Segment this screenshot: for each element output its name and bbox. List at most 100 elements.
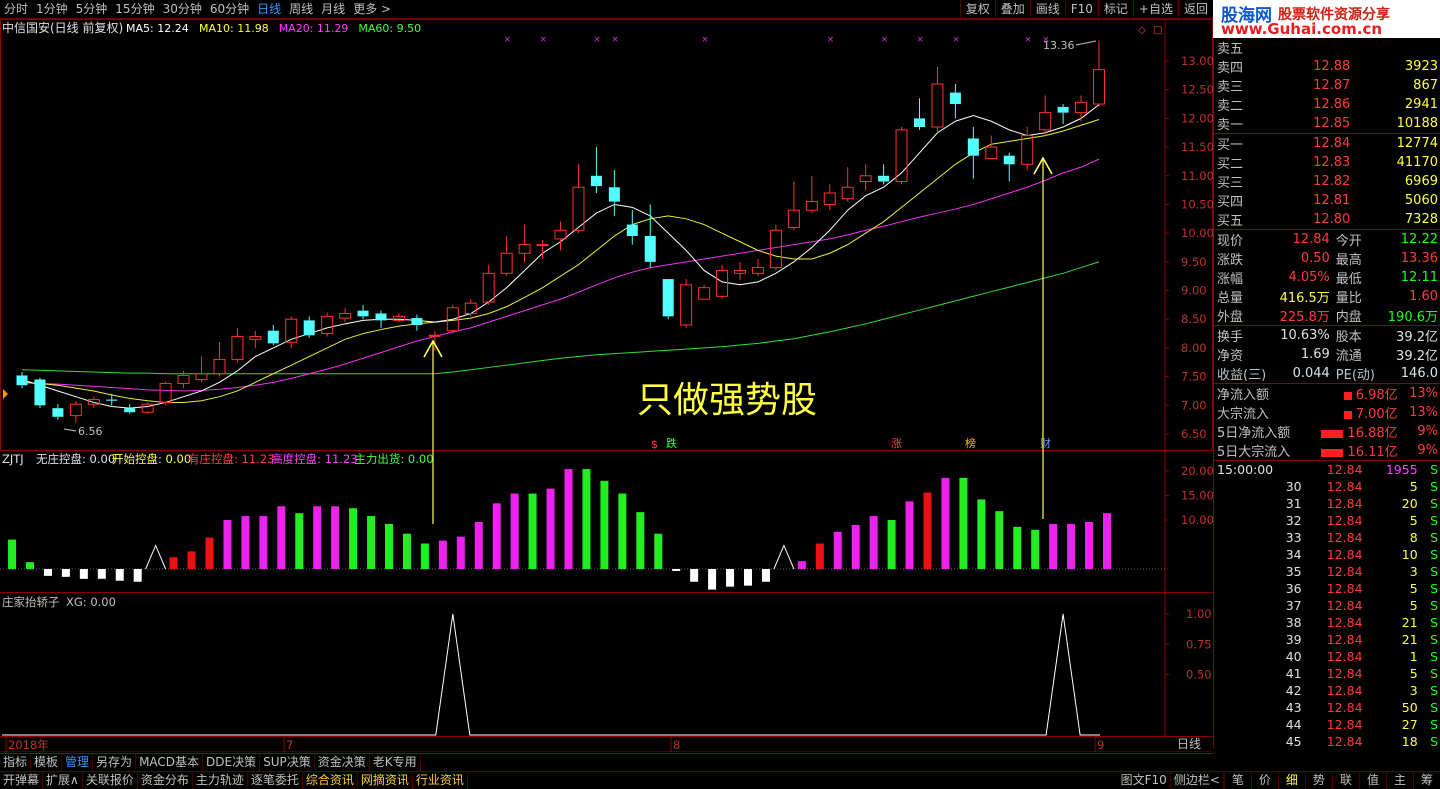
candle[interactable] [339, 307, 352, 323]
candle[interactable] [249, 330, 262, 348]
candle[interactable] [321, 312, 334, 337]
side-tab[interactable]: 价 [1250, 772, 1278, 789]
tool-button[interactable]: 标记 [1097, 0, 1133, 18]
candle[interactable] [141, 402, 154, 414]
bottom-tab[interactable]: 扩展∧ [43, 772, 83, 789]
bottom-tab[interactable]: 逐笔委托 [248, 772, 303, 789]
candle[interactable] [1057, 104, 1069, 125]
candle[interactable] [195, 356, 208, 383]
candle[interactable] [859, 164, 872, 191]
candle[interactable] [572, 164, 585, 234]
event-mark[interactable]: 财 [1040, 436, 1051, 450]
tool-button[interactable]: 返回 [1177, 0, 1213, 18]
candle[interactable] [787, 181, 800, 231]
indicator-tab[interactable]: 另存为 [93, 754, 137, 771]
candle[interactable] [52, 404, 64, 420]
side-tab[interactable]: 筹 [1412, 772, 1440, 789]
candle[interactable] [680, 279, 693, 328]
sell-level[interactable]: 卖五 [1214, 38, 1440, 57]
candle[interactable] [285, 316, 298, 348]
bottom-tab[interactable]: 行业资讯 [413, 772, 468, 789]
candle[interactable] [931, 66, 944, 133]
candle[interactable] [841, 167, 854, 202]
candle[interactable] [608, 170, 620, 216]
bottom-tab[interactable]: 综合资讯 [303, 772, 358, 789]
buy-level[interactable]: 买二 12.83 41170 [1214, 153, 1440, 172]
candle[interactable] [518, 224, 531, 262]
sell-level[interactable]: 卖一 12.85 10188 [1214, 114, 1440, 134]
candle[interactable] [34, 377, 46, 409]
period-tab[interactable]: 分时 [0, 0, 32, 18]
indicator-tab[interactable]: 指标 [0, 754, 32, 771]
indicator-tab[interactable]: DDE决策 [203, 754, 261, 771]
candle[interactable] [949, 83, 961, 119]
event-mark[interactable]: 榜 [965, 436, 976, 450]
candle[interactable] [878, 164, 890, 185]
tool-button[interactable]: F10 [1064, 0, 1098, 18]
tick-list[interactable]: 15:00:00 12.84 1955 S 30 12.84 5 S 31 12.84 20 S 32 1… [1214, 460, 1440, 750]
tool-button[interactable]: 画线 [1029, 0, 1065, 18]
candle[interactable] [805, 175, 818, 214]
period-tab[interactable]: 15分钟 [111, 0, 158, 18]
kline-chart-area[interactable]: 中信国安(日线 前复权) MA5: 12.24 MA10: 11.98 MA20: 1… [0, 19, 1213, 752]
side-tab[interactable]: 势 [1304, 772, 1332, 789]
tool-button[interactable]: 叠加 [994, 0, 1030, 18]
candle[interactable] [124, 404, 136, 414]
candle[interactable] [1075, 95, 1088, 122]
period-tab[interactable]: 1分钟 [32, 0, 72, 18]
bottom-tab[interactable]: 主力轨迹 [193, 772, 248, 789]
diamond-icon[interactable]: ◇ [1138, 25, 1146, 36]
bottom-tab[interactable]: 网摘资讯 [358, 772, 413, 789]
candle[interactable] [985, 135, 998, 160]
event-mark[interactable]: 跌 [666, 436, 677, 450]
period-tab[interactable]: 更多 > [349, 0, 395, 18]
candle[interactable] [69, 400, 82, 423]
candle[interactable] [231, 327, 244, 363]
square-icon[interactable]: □ [1153, 25, 1162, 36]
candle[interactable] [357, 304, 369, 320]
candle[interactable] [16, 372, 28, 389]
candle[interactable] [751, 258, 764, 277]
indicator-tab[interactable]: 管理 [62, 754, 94, 771]
candle[interactable] [267, 324, 279, 346]
tool-button[interactable]: 复权 [959, 0, 995, 18]
buy-level[interactable]: 买一 12.84 12774 [1214, 133, 1440, 153]
sell-level[interactable]: 卖三 12.87 867 [1214, 76, 1440, 95]
candle[interactable] [536, 240, 549, 259]
candle[interactable] [428, 330, 441, 351]
candle[interactable] [500, 236, 513, 277]
bottom-tab[interactable]: 开弹幕 [0, 772, 44, 789]
period-tab[interactable]: 月线 [317, 0, 349, 18]
candle[interactable] [213, 342, 226, 377]
period-tab[interactable]: 60分钟 [206, 0, 253, 18]
candle[interactable] [967, 126, 979, 179]
candle[interactable] [823, 184, 836, 211]
bottom-tab[interactable]: 资金分布 [138, 772, 193, 789]
candle[interactable] [464, 299, 477, 317]
period-tab[interactable]: 周线 [285, 0, 317, 18]
period-tab[interactable]: 日线 [253, 0, 285, 18]
indicator-tab[interactable]: 资金决策 [315, 754, 370, 771]
candle[interactable] [1039, 95, 1052, 136]
tool-button[interactable]: +自选 [1132, 0, 1178, 18]
sell-level[interactable]: 卖二 12.86 2941 [1214, 95, 1440, 114]
side-tab[interactable]: 主 [1385, 772, 1413, 789]
period-button[interactable]: 日线 [1166, 737, 1212, 752]
indicator-tab[interactable]: SUP决策 [260, 754, 315, 771]
indicator-tab[interactable]: MACD基本 [136, 754, 204, 771]
candle[interactable] [411, 314, 423, 331]
side-tab[interactable]: 联 [1331, 772, 1359, 789]
buy-level[interactable]: 买三 12.82 6969 [1214, 172, 1440, 191]
candle[interactable] [662, 279, 674, 320]
candle[interactable] [914, 98, 925, 130]
period-tab[interactable]: 30分钟 [159, 0, 206, 18]
candle[interactable] [1021, 126, 1034, 171]
candle[interactable] [554, 221, 567, 251]
side-tab[interactable]: 笔 [1223, 772, 1251, 789]
side-toggle[interactable]: 侧边栏< [1171, 772, 1224, 789]
side-toggle[interactable]: 图文F10 [1118, 772, 1171, 789]
candle[interactable] [1093, 40, 1105, 107]
candle[interactable] [590, 147, 602, 193]
candle[interactable] [698, 284, 711, 300]
indicator-tab[interactable]: 老K专用 [370, 754, 421, 771]
